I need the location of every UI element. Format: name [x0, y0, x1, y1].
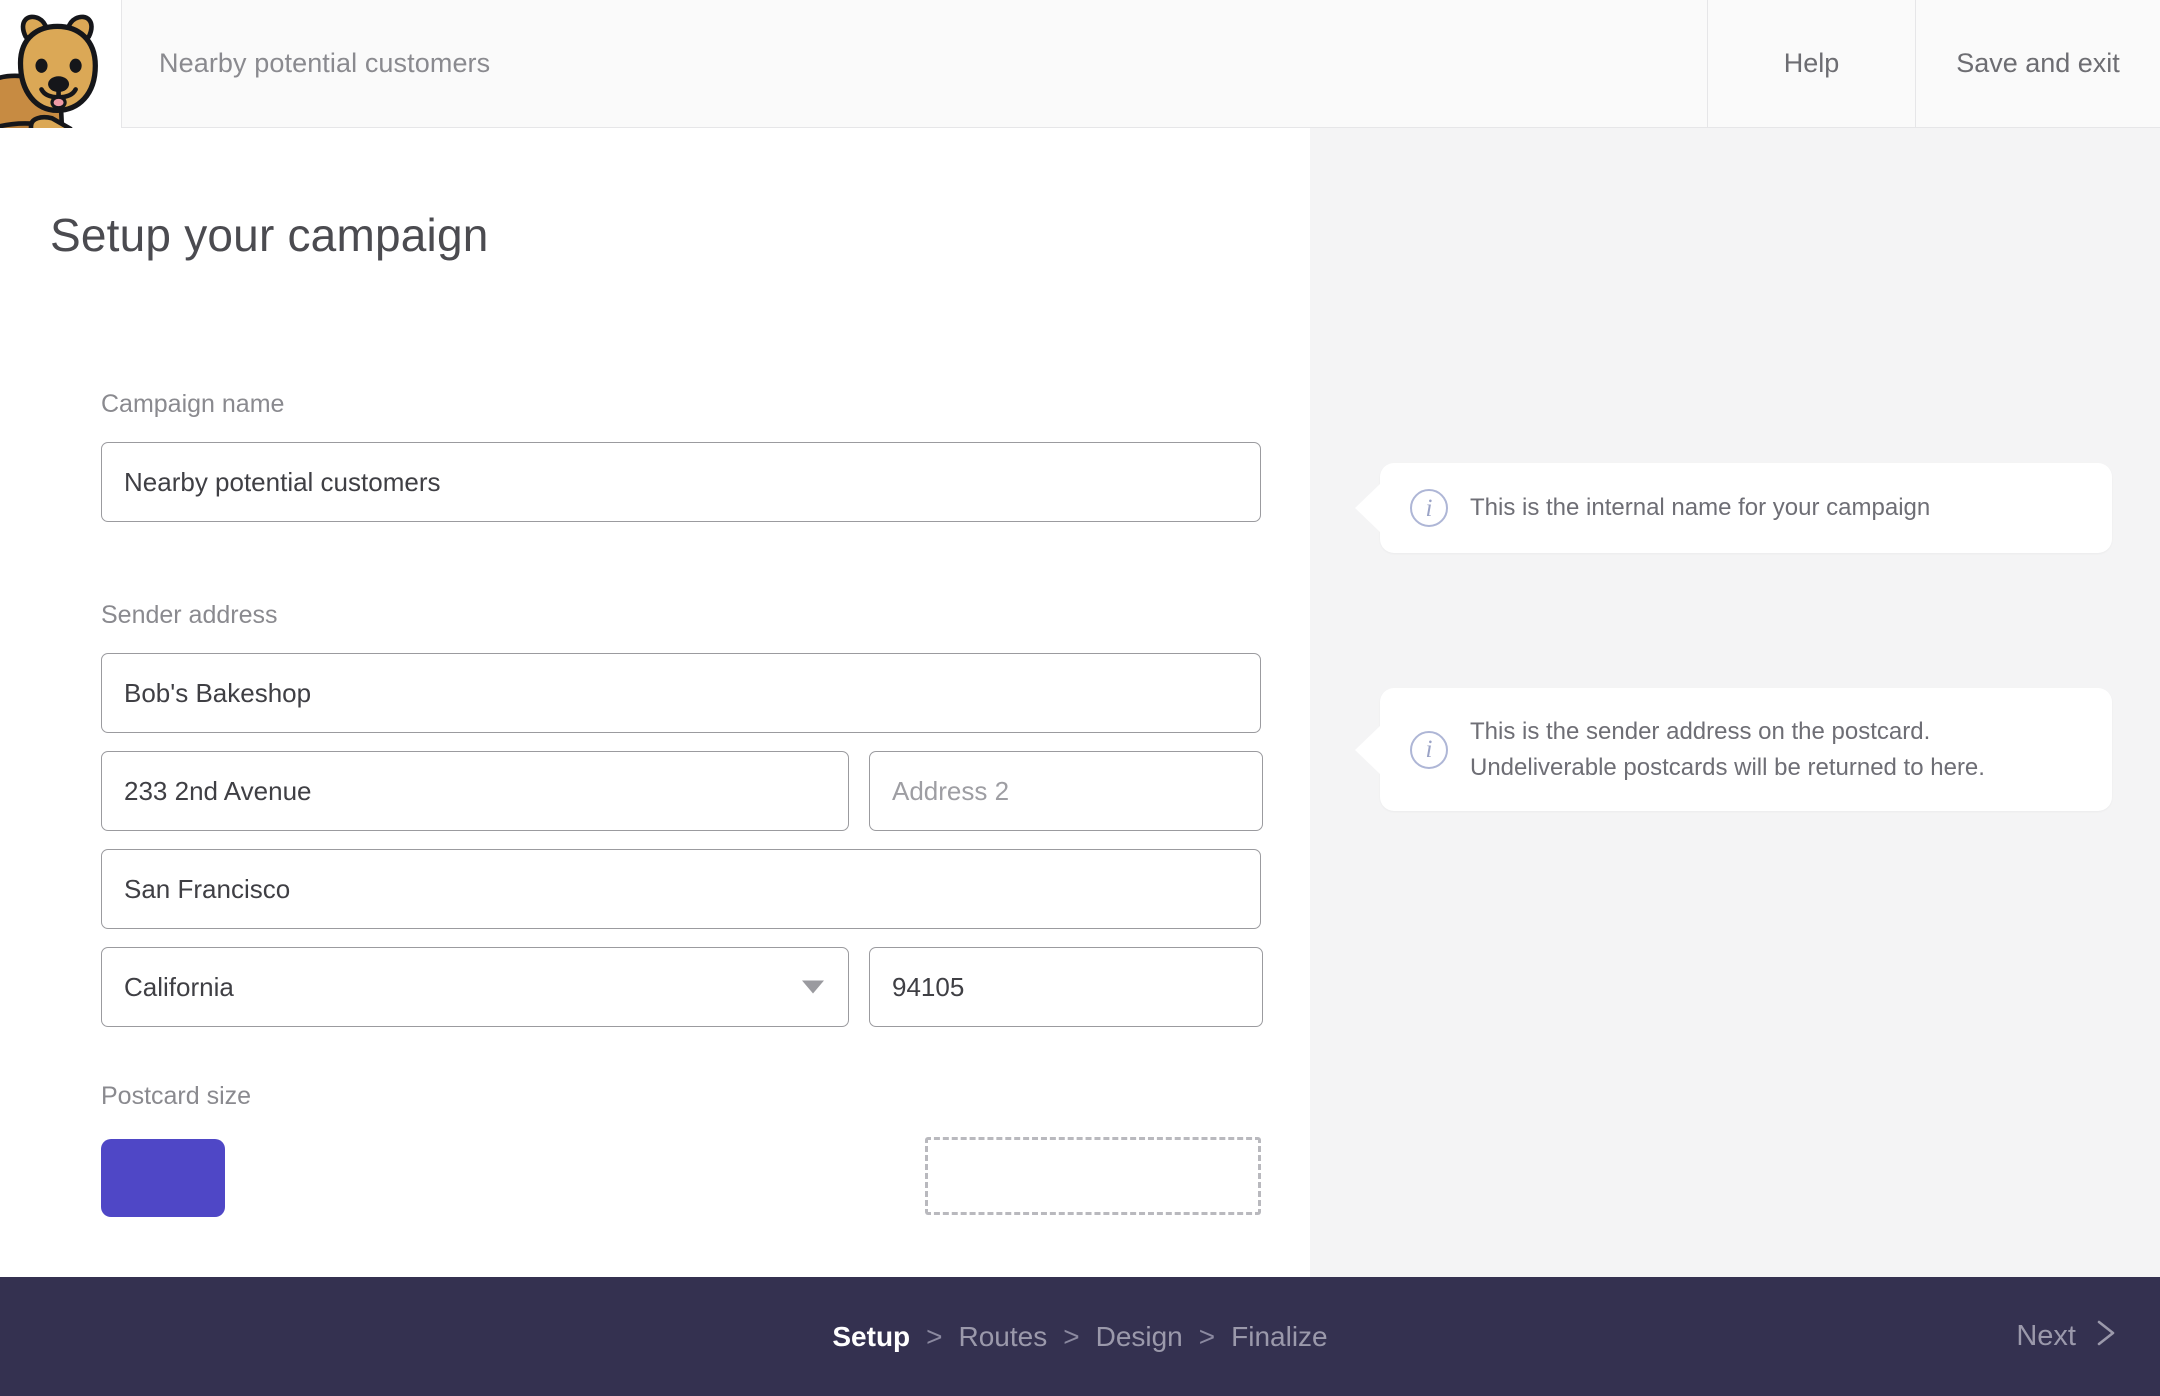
sender-address-label: Sender address: [101, 601, 278, 629]
help-button[interactable]: Help: [1708, 0, 1916, 127]
info-icon: i: [1410, 489, 1448, 527]
address1-input[interactable]: 233 2nd Avenue: [101, 751, 849, 831]
step-breadcrumb: Setup > Routes > Design > Finalize: [832, 1321, 1327, 1353]
step-design[interactable]: Design: [1096, 1321, 1183, 1353]
chevron-down-icon: [802, 980, 824, 994]
campaign-name-label: Campaign name: [101, 390, 285, 418]
quokka-logo-icon: [0, 14, 98, 128]
form-spacer-2: [101, 1045, 1261, 1082]
campaign-name-group: Campaign name Nearby potential customers: [101, 390, 1261, 522]
state-select-value: California: [124, 972, 234, 1002]
step-separator: >: [1198, 1320, 1216, 1352]
step-finalize[interactable]: Finalize: [1231, 1321, 1327, 1353]
campaign-name-row: Nearby potential customers: [101, 442, 1261, 522]
sender-address-group: Sender address Bob's Bakeshop 233 2nd Av…: [101, 601, 1263, 1027]
right-help-panel: i This is the internal name for your cam…: [1310, 128, 2160, 1396]
company-row: Bob's Bakeshop: [101, 653, 1261, 733]
step-separator: >: [926, 1320, 943, 1352]
step-setup[interactable]: Setup: [832, 1321, 910, 1353]
next-label: Next: [2016, 1320, 2076, 1352]
zip-input[interactable]: 94105: [869, 947, 1263, 1027]
form-spacer: [101, 540, 1261, 601]
step-separator: >: [1063, 1320, 1080, 1352]
footer-nav: Setup > Routes > Design > Finalize Next: [0, 1277, 2160, 1396]
state-zip-row: California 94105: [101, 947, 1263, 1027]
company-name-input[interactable]: Bob's Bakeshop: [101, 653, 1261, 733]
campaign-title: Nearby potential customers: [159, 48, 491, 78]
page-title: Setup your campaign: [50, 209, 489, 261]
step-routes[interactable]: Routes: [959, 1321, 1048, 1353]
address2-input[interactable]: Address 2: [869, 751, 1263, 831]
address-row: 233 2nd Avenue Address 2: [101, 751, 1263, 831]
next-button[interactable]: Next: [2016, 1318, 2120, 1356]
postcard-size-label: Postcard size: [101, 1082, 252, 1110]
tooltip-sender-address-text: This is the sender address on the postca…: [1470, 718, 1985, 781]
setup-form: Campaign name Nearby potential customers…: [101, 390, 1263, 1227]
state-select[interactable]: California: [101, 947, 849, 1027]
save-and-exit-label: Save and exit: [1956, 48, 2120, 78]
tooltip-campaign-name: i This is the internal name for your cam…: [1380, 463, 2112, 553]
info-icon: i: [1410, 730, 1448, 769]
app-root: Nearby potential customers Help Save and…: [0, 0, 2160, 1396]
left-form-panel: Setup your campaign Campaign name Nearby…: [0, 128, 1310, 1396]
postcard-size-preview-outline: [925, 1137, 1261, 1215]
city-input[interactable]: San Francisco: [101, 849, 1261, 929]
postcard-size-option-selected[interactable]: [101, 1139, 225, 1217]
tooltip-sender-address: i This is the sender address on the post…: [1380, 688, 2112, 812]
help-label: Help: [1783, 48, 1840, 78]
app-header: Nearby potential customers Help Save and…: [0, 0, 2160, 128]
city-row: San Francisco: [101, 849, 1261, 929]
header-title-cell: Nearby potential customers: [122, 0, 1708, 127]
save-and-exit-button[interactable]: Save and exit: [1916, 0, 2160, 127]
chevron-right-icon: [2094, 1318, 2120, 1356]
postcard-size-group: Postcard size: [101, 1082, 1261, 1227]
tooltip-campaign-name-text: This is the internal name for your campa…: [1470, 494, 1931, 522]
campaign-name-input[interactable]: Nearby potential customers: [101, 442, 1261, 522]
logo-cell[interactable]: [0, 0, 122, 128]
postcard-size-options: [101, 1137, 1261, 1227]
